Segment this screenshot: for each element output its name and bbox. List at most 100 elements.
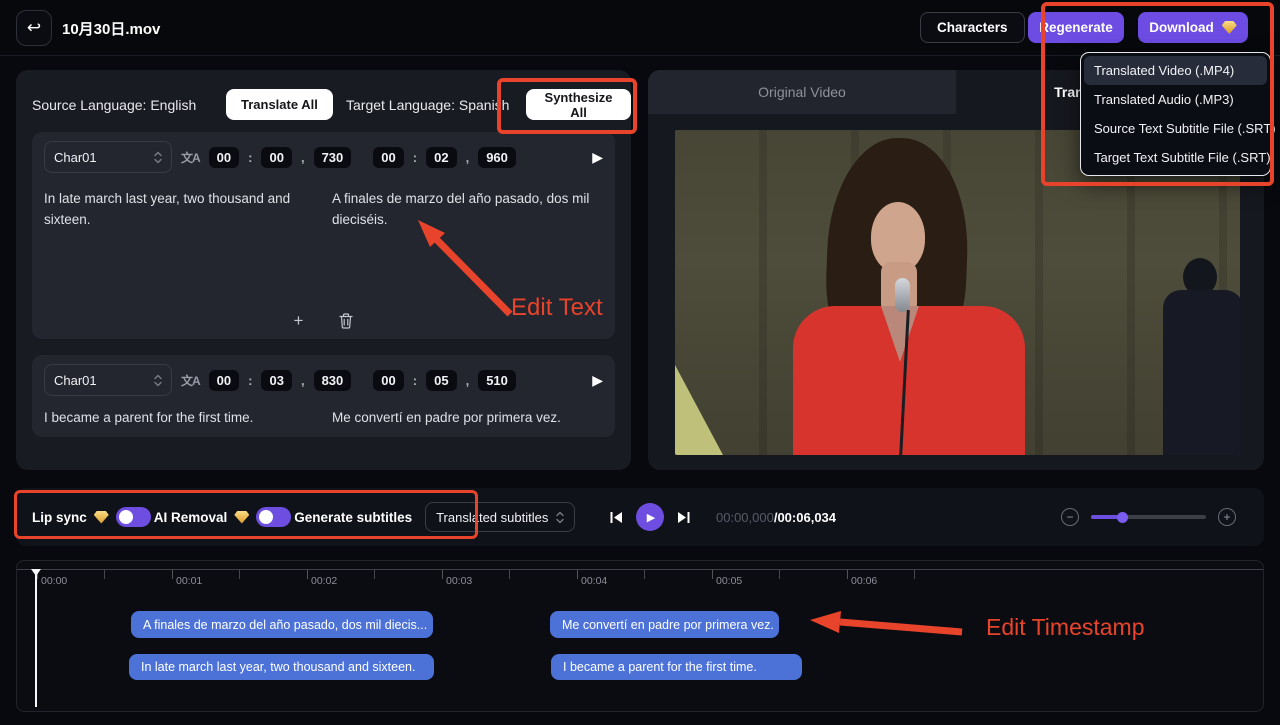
plus-icon: +: [1223, 511, 1230, 523]
play-button[interactable]: ▶: [636, 503, 664, 531]
start-millis-field[interactable]: 830: [314, 370, 352, 391]
playback-toolbar: Lip sync AI Removal Generate subtitles T…: [16, 488, 1264, 546]
subtitle-row-1-actions: +: [32, 311, 615, 331]
menu-item-source-srt[interactable]: Source Text Subtitle File (.SRT): [1084, 114, 1267, 143]
start-millis-field[interactable]: 730: [314, 147, 352, 168]
chevron-updown-icon: [154, 374, 162, 387]
row-play-button[interactable]: ▶: [592, 372, 603, 389]
time-colon: :: [248, 150, 252, 165]
speaker-select[interactable]: Char01: [44, 364, 172, 396]
subtitle-row-2: Char01 文A 00 : 03 , 830 00 : 05 , 510 ▶ …: [32, 355, 615, 437]
characters-button[interactable]: Characters: [920, 12, 1025, 43]
ruler-tick: 00:01: [172, 570, 173, 579]
end-seconds-field[interactable]: 02: [426, 147, 456, 168]
ai-removal-toggle[interactable]: [256, 507, 291, 527]
zoom-out-button[interactable]: −: [1061, 508, 1079, 526]
gem-icon: [234, 511, 249, 524]
play-icon: ▶: [647, 511, 655, 524]
lip-sync-toggle[interactable]: [116, 507, 151, 527]
characters-button-label: Characters: [937, 20, 1008, 35]
target-text[interactable]: Me convertí en padre por primera vez.: [332, 407, 608, 428]
start-minutes-field[interactable]: 00: [209, 147, 239, 168]
ruler-tick: 00:02: [307, 570, 308, 579]
gem-icon: [1222, 21, 1237, 34]
zoom-in-button[interactable]: +: [1218, 508, 1236, 526]
menu-item-translated-video[interactable]: Translated Video (.MP4): [1084, 56, 1267, 85]
add-subtitle-button[interactable]: +: [294, 311, 304, 331]
timeline-ruler[interactable]: 00:00 00:01 00:02 00:03 00:04 00:05 00:0…: [17, 569, 1263, 599]
timeline-block-source-1[interactable]: In late march last year, two thousand an…: [129, 654, 434, 680]
source-text[interactable]: In late march last year, two thousand an…: [44, 188, 316, 230]
back-button[interactable]: ↩: [16, 10, 52, 46]
time-comma: ,: [466, 150, 470, 165]
current-time: 00:00,000: [716, 510, 774, 525]
toggle-knob: [119, 510, 133, 524]
end-millis-field[interactable]: 510: [478, 370, 516, 391]
speaker-select-value: Char01: [54, 373, 97, 388]
time-colon: :: [248, 373, 252, 388]
target-text[interactable]: A finales de marzo del año pasado, dos m…: [332, 188, 608, 230]
end-seconds-field[interactable]: 05: [426, 370, 456, 391]
timeline-block-target-1[interactable]: A finales de marzo del año pasado, dos m…: [131, 611, 433, 638]
menu-item-translated-audio[interactable]: Translated Audio (.MP3): [1084, 85, 1267, 114]
skip-forward-button[interactable]: [677, 511, 690, 524]
gem-icon: [94, 511, 109, 524]
ai-removal-label: AI Removal: [154, 510, 228, 525]
skip-forward-icon: [677, 511, 690, 524]
subtitles-mode-select[interactable]: Translated subtitles: [425, 502, 575, 532]
microphone-icon: [895, 278, 910, 312]
download-dropdown-menu: Translated Video (.MP4) Translated Audio…: [1080, 52, 1271, 176]
skip-back-icon: [610, 511, 623, 524]
start-seconds-field[interactable]: 00: [261, 147, 291, 168]
translate-all-button[interactable]: Translate All: [226, 89, 333, 120]
zoom-slider[interactable]: [1091, 515, 1206, 519]
end-minutes-field[interactable]: 00: [373, 370, 403, 391]
minus-icon: −: [1066, 511, 1073, 523]
tab-original-video[interactable]: Original Video: [648, 70, 956, 114]
subtitle-row-1-header: Char01 文A 00 : 00 , 730 00 : 02 , 960 ▶: [32, 132, 615, 174]
file-title: 10月30日.mov: [62, 0, 160, 56]
timeline-panel[interactable]: 00:00 00:01 00:02 00:03 00:04 00:05 00:0…: [16, 560, 1264, 712]
ruler-tick: 00:06: [847, 570, 848, 579]
start-seconds-field[interactable]: 03: [261, 370, 291, 391]
subtitle-editor-panel: Source Language: English Translate All T…: [16, 70, 631, 470]
transport-controls: ▶: [610, 488, 690, 546]
subtitles-mode-value: Translated subtitles: [436, 510, 548, 525]
regenerate-button[interactable]: Regenerate: [1028, 12, 1124, 43]
generate-subtitles-label: Generate subtitles: [294, 510, 412, 525]
download-button[interactable]: Download: [1138, 12, 1248, 43]
timeline-zoom-controls: − +: [1061, 488, 1236, 546]
translate-all-label: Translate All: [241, 97, 318, 112]
download-button-label: Download: [1149, 20, 1214, 35]
subtitle-row-2-header: Char01 文A 00 : 03 , 830 00 : 05 , 510 ▶: [32, 355, 615, 397]
time-comma: ,: [466, 373, 470, 388]
video-second-person-body: [1163, 290, 1240, 455]
synthesize-all-label: Synthesize All: [541, 90, 616, 120]
end-minutes-field[interactable]: 00: [373, 147, 403, 168]
row-play-button[interactable]: ▶: [592, 149, 603, 166]
timeline-block-target-2[interactable]: Me convertí en padre por primera vez.: [550, 611, 779, 638]
playhead[interactable]: [31, 569, 40, 707]
toggle-knob: [259, 510, 273, 524]
end-millis-field[interactable]: 960: [478, 147, 516, 168]
lip-sync-label: Lip sync: [32, 510, 87, 525]
delete-subtitle-button[interactable]: [339, 313, 353, 329]
timeline-block-source-2[interactable]: I became a parent for the first time.: [551, 654, 802, 680]
skip-back-button[interactable]: [610, 511, 623, 524]
video-frame: [675, 130, 1240, 455]
time-comma: ,: [301, 150, 305, 165]
ruler-tick: 00:04: [577, 570, 578, 579]
top-bar: ↩ 10月30日.mov Characters Regenerate Downl…: [0, 0, 1280, 56]
playhead-line: [35, 569, 37, 707]
menu-item-target-srt[interactable]: Target Text Subtitle File (.SRT): [1084, 143, 1267, 172]
synthesize-all-button[interactable]: Synthesize All: [526, 89, 631, 120]
zoom-slider-knob[interactable]: [1117, 512, 1128, 523]
regenerate-button-label: Regenerate: [1039, 20, 1113, 35]
subtitle-row-1: Char01 文A 00 : 00 , 730 00 : 02 , 960 ▶ …: [32, 132, 615, 339]
translate-icon: 文A: [181, 372, 200, 389]
speaker-select[interactable]: Char01: [44, 141, 172, 173]
source-text[interactable]: I became a parent for the first time.: [44, 407, 316, 428]
ruler-tick: 00:05: [712, 570, 713, 579]
time-display: 00:00,000/00:06,034: [716, 488, 836, 546]
start-minutes-field[interactable]: 00: [209, 370, 239, 391]
